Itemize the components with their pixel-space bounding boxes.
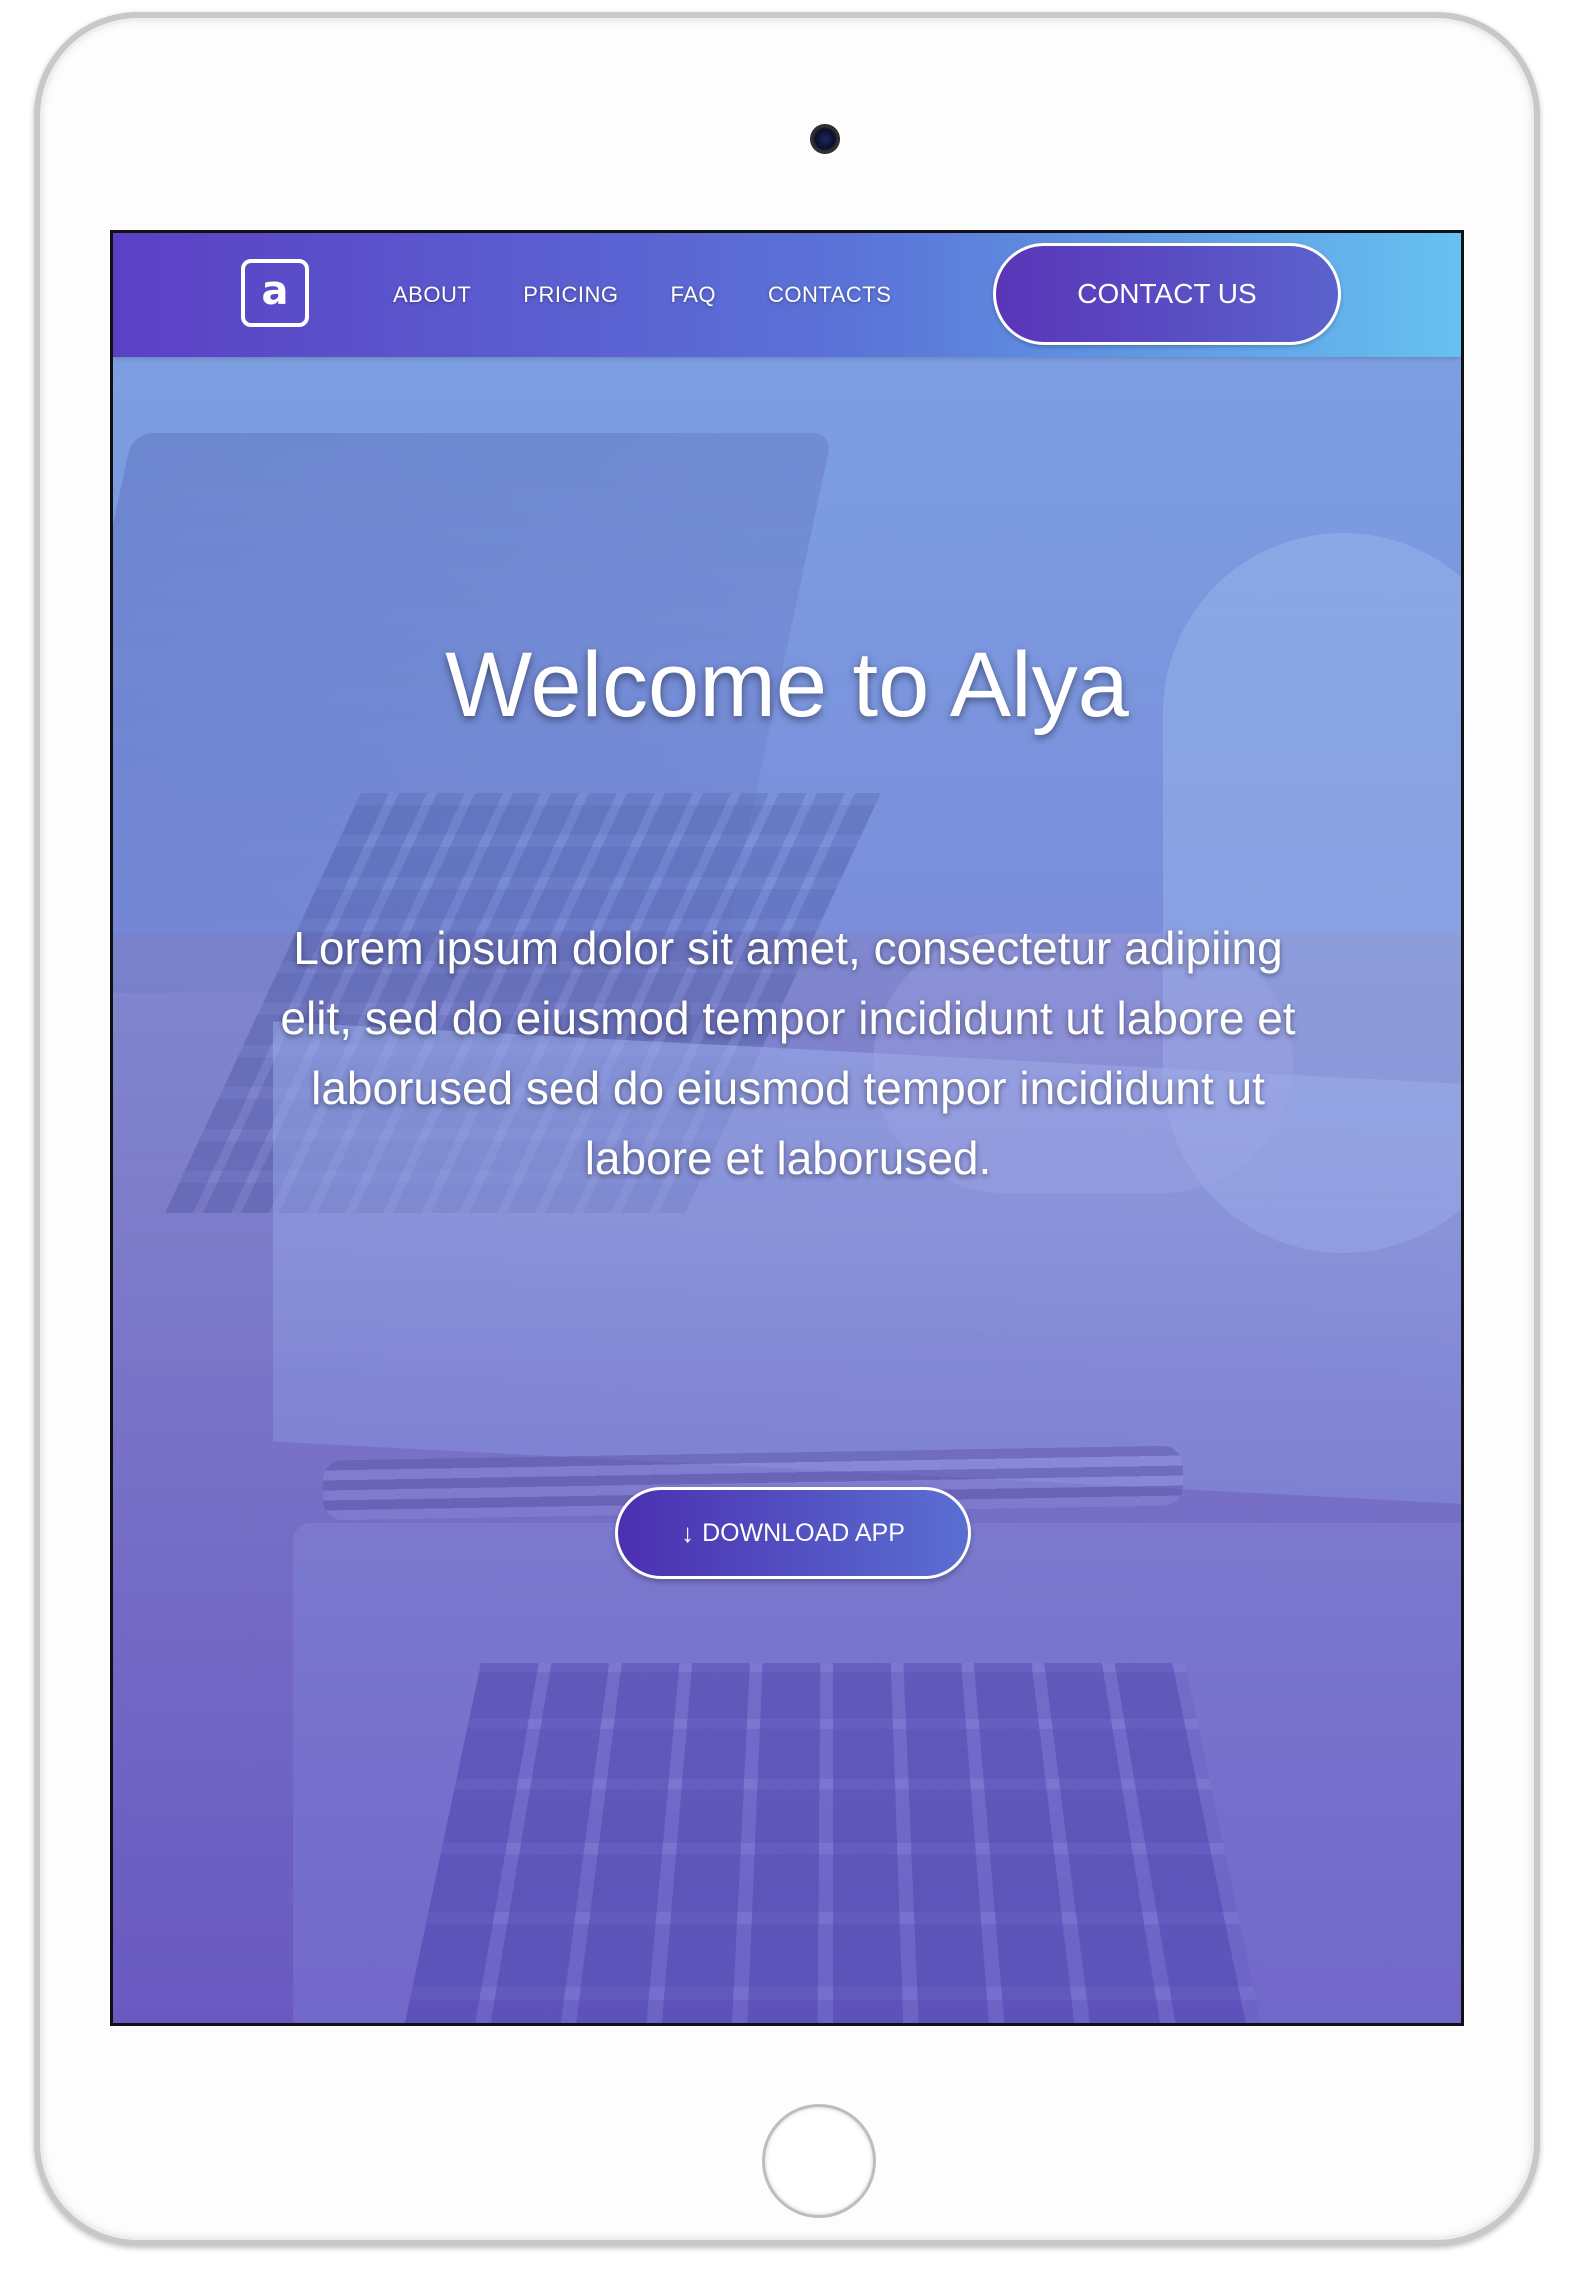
nav-link-faq[interactable]: FAQ xyxy=(670,282,716,308)
hero-title: Welcome to Alya xyxy=(445,634,1129,736)
home-button[interactable] xyxy=(762,2104,876,2218)
screen: a ABOUT PRICING FAQ CONTACTS CONTACT US … xyxy=(110,230,1464,2026)
camera-icon xyxy=(810,124,840,154)
nav-link-contacts[interactable]: CONTACTS xyxy=(768,282,891,308)
nav-link-about[interactable]: ABOUT xyxy=(393,282,471,308)
download-app-button[interactable]: ↓ DOWNLOAD APP xyxy=(615,1487,971,1579)
contact-us-button[interactable]: CONTACT US xyxy=(993,243,1341,345)
download-app-label: DOWNLOAD APP xyxy=(702,1518,905,1547)
logo[interactable]: a xyxy=(241,259,309,327)
hero-description: Lorem ipsum dolor sit amet, consectetur … xyxy=(280,922,1296,1184)
navbar: a ABOUT PRICING FAQ CONTACTS CONTACT US xyxy=(113,233,1461,357)
nav-link-pricing[interactable]: PRICING xyxy=(523,282,618,308)
logo-letter: a xyxy=(261,268,289,314)
nav-links: ABOUT PRICING FAQ CONTACTS xyxy=(393,233,943,357)
arrow-down-icon: ↓ xyxy=(681,1518,695,1548)
